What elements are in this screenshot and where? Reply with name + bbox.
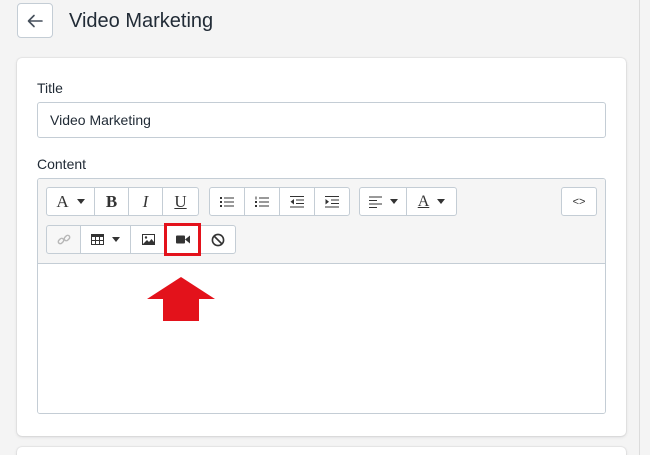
image-button[interactable] — [130, 225, 166, 254]
clear-format-button[interactable] — [200, 225, 236, 254]
bold-button[interactable]: B — [94, 187, 129, 216]
editor-toolbar: A B I U A <> — [38, 179, 605, 264]
code-view-icon: <> — [572, 195, 586, 208]
text-color-button[interactable]: A — [406, 187, 457, 216]
outdent-icon — [290, 195, 304, 207]
image-icon — [141, 234, 155, 245]
page-title: Video Marketing — [69, 10, 214, 32]
outdent-button[interactable] — [279, 187, 315, 216]
clear-format-icon — [211, 233, 225, 246]
title-input[interactable] — [37, 102, 606, 138]
underline-button[interactable]: U — [162, 187, 199, 216]
chevron-down-icon — [112, 237, 120, 242]
table-button[interactable] — [80, 225, 131, 254]
indent-button[interactable] — [314, 187, 350, 216]
bold-icon: B — [105, 192, 118, 211]
chevron-down-icon — [389, 199, 398, 204]
link-button[interactable] — [46, 225, 81, 254]
editor-content-area[interactable] — [38, 265, 605, 413]
up-arrow-annotation-icon — [147, 277, 215, 321]
indent-icon — [325, 195, 339, 207]
font-style-button[interactable]: A — [46, 187, 95, 216]
back-button[interactable] — [17, 3, 53, 38]
align-button[interactable] — [359, 187, 407, 216]
window-edge — [639, 0, 640, 455]
content-label: Content — [37, 156, 87, 172]
secondary-card — [17, 447, 626, 455]
unordered-list-icon — [220, 196, 234, 207]
title-label: Title — [37, 80, 63, 96]
ordered-list-button[interactable] — [244, 187, 280, 216]
font-style-icon: A — [56, 192, 69, 211]
arrow-left-icon — [27, 14, 43, 27]
underline-icon: U — [174, 192, 187, 211]
link-icon — [57, 234, 70, 244]
text-color-icon: A — [417, 192, 430, 210]
code-view-button[interactable]: <> — [561, 187, 597, 216]
table-icon — [91, 234, 104, 245]
rich-text-editor: A B I U A <> — [37, 178, 606, 414]
video-icon — [176, 235, 190, 244]
ordered-list-icon — [255, 196, 269, 207]
chevron-down-icon — [76, 199, 85, 204]
italic-icon: I — [142, 192, 149, 211]
unordered-list-button[interactable] — [209, 187, 245, 216]
align-icon — [368, 196, 382, 208]
italic-button[interactable]: I — [128, 187, 163, 216]
chevron-down-icon — [437, 199, 446, 204]
video-button[interactable] — [165, 225, 201, 254]
